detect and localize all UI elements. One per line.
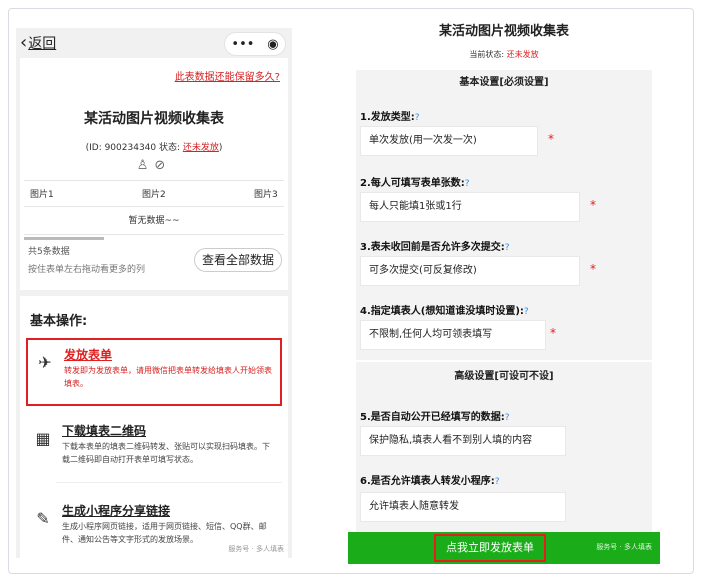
data-table[interactable]: 图片1 图片2 图片3 暂无数据~~: [24, 180, 284, 240]
section-title: 高级设置[可设可不设]: [454, 371, 554, 382]
chevron-left-icon: ‹: [20, 32, 28, 53]
basic-ops-heading: 基本操作:: [30, 314, 88, 329]
option-title: 发放表单: [64, 348, 113, 362]
question-text: 5.是否自动公开已经填写的数据:: [360, 412, 505, 423]
help-icon[interactable]: ?: [505, 413, 510, 423]
required-mark: *: [550, 326, 556, 340]
column-header: 图片2: [142, 190, 166, 200]
question-text: 1.发放类型:: [360, 112, 415, 123]
question-label: 1.发放类型:?: [360, 108, 420, 123]
help-icon[interactable]: ?: [505, 243, 510, 253]
horizontal-scrollbar[interactable]: [24, 237, 104, 240]
back-label: 返回: [28, 36, 57, 52]
drag-hint: 按住表单左右拖动看更多的列: [28, 265, 146, 275]
question-text: 6.是否允许填表人转发小程序:: [360, 476, 495, 487]
settings-title: 某活动图片视频收集表: [438, 24, 569, 39]
qrcode-icon: ▦: [35, 429, 51, 448]
distribute-form-option[interactable]: ✈ 发放表单 转发即为发放表单，请用微信把表单转发给填表人开始领表填表。: [26, 338, 282, 406]
divider: [56, 482, 282, 483]
form-id-status: (ID: 900234340 状态: 还未发放): [20, 140, 288, 153]
question-label: 4.指定填表人(想知道谁没填时设置):?: [360, 302, 529, 317]
required-mark: *: [548, 132, 554, 146]
data-retention-link[interactable]: 此表数据还能保留多久?: [175, 68, 280, 83]
form-summary-card: 此表数据还能保留多久? 某活动图片视频收集表 (ID: 900234340 状态…: [20, 58, 288, 290]
status-value: 还未发放: [506, 50, 539, 59]
option-title: 下载填表二维码: [62, 424, 147, 438]
link-icon: ✎: [36, 509, 50, 528]
record-count: 共5条数据: [28, 247, 70, 257]
back-button[interactable]: ‹返回: [20, 32, 56, 53]
question-label: 5.是否自动公开已经填写的数据:?: [360, 408, 510, 423]
option-desc: 生成小程序网页链接，适用于网页链接、短信、QQ群、邮件、通知公告等文字形式的发放…: [62, 522, 267, 544]
more-icon[interactable]: •••: [231, 37, 254, 52]
option-desc: 下载本表单的填表二维码转发、张贴可以实现扫码填表。下载二维码即自动打开表单可填写…: [62, 442, 270, 464]
help-icon[interactable]: ?: [495, 477, 500, 487]
assigned-filler-select[interactable]: 不限制,任何人均可领表填写: [360, 320, 546, 350]
mini-program-capsule: ••• ◉: [224, 32, 286, 56]
left-phone: ‹返回 ••• ◉ 此表数据还能保留多久? 某活动图片视频收集表 (ID: 90…: [16, 28, 292, 558]
entries-per-person-select[interactable]: 每人只能填1张或1行: [360, 192, 580, 222]
right-phone: 某活动图片视频收集表 当前状态: 还未发放 基本设置[必须设置] 1.发放类型:…: [348, 12, 660, 564]
question-text: 2.每人可填写表单张数:: [360, 178, 465, 189]
empty-message: 暂无数据~~: [24, 207, 284, 235]
column-header: 图片3: [254, 190, 278, 200]
hide-icon[interactable]: ⊘: [154, 158, 171, 173]
distribute-now-button[interactable]: 点我立即发放表单: [434, 534, 546, 562]
question-label: 6.是否允许填表人转发小程序:?: [360, 472, 500, 487]
current-status: 当前状态: 还未发放: [348, 49, 660, 60]
bottom-action-bar: 点我立即发放表单 服务号 · 多人填表: [348, 532, 660, 564]
public-data-select[interactable]: 保护隐私,填表人看不到别人填的内容: [360, 426, 566, 456]
multiple-submit-select[interactable]: 可多次提交(可反复修改): [360, 256, 580, 286]
basic-operations-card: 基本操作: ✈ 发放表单 转发即为发放表单，请用微信把表单转发给填表人开始领表填…: [20, 296, 288, 558]
form-id: (ID: 900234340 状态:: [85, 143, 183, 153]
close-icon[interactable]: ◉: [267, 37, 278, 52]
status-link[interactable]: 还未发放: [183, 143, 219, 153]
question-label: 3.表未收回前是否允许多次提交:?: [360, 238, 510, 253]
watermark: 服务号 · 多人填表: [596, 543, 652, 551]
help-icon[interactable]: ?: [415, 113, 420, 123]
top-bar: ‹返回 ••• ◉: [16, 28, 292, 58]
option-desc: 转发即为发放表单，请用微信把表单转发给填表人开始领表填表。: [64, 366, 272, 388]
icon-row: ♙⊘: [20, 158, 288, 173]
paper-plane-icon: ✈: [38, 353, 52, 372]
option-title: 生成小程序分享链接: [62, 504, 171, 518]
download-qrcode-option[interactable]: ▦ 下载填表二维码 下载本表单的填表二维码转发、张贴可以实现扫码填表。下载二维码…: [26, 416, 282, 474]
required-mark: *: [590, 262, 596, 276]
question-label: 2.每人可填写表单张数:?: [360, 174, 470, 189]
watermark: 服务号 · 多人填表: [228, 545, 284, 553]
help-icon[interactable]: ?: [524, 307, 529, 317]
question-text: 4.指定填表人(想知道谁没填时设置):: [360, 306, 524, 317]
user-icon[interactable]: ♙: [137, 158, 155, 173]
section-title: 基本设置[必须设置]: [459, 77, 549, 88]
column-header: 图片1: [30, 190, 54, 200]
table-header: 图片1 图片2 图片3: [24, 181, 284, 207]
status-label: 当前状态:: [469, 50, 505, 59]
distribution-type-select[interactable]: 单次发放(用一次发一次): [360, 126, 538, 156]
allow-forward-select[interactable]: 允许填表人随意转发: [360, 492, 566, 522]
required-mark: *: [590, 198, 596, 212]
question-text: 3.表未收回前是否允许多次提交:: [360, 242, 505, 253]
basic-settings-section: 基本设置[必须设置] 1.发放类型:? 单次发放(用一次发一次) * 2.每人可…: [356, 70, 652, 360]
view-all-button[interactable]: 查看全部数据: [194, 248, 282, 272]
help-icon[interactable]: ?: [465, 179, 470, 189]
advanced-settings-section: 高级设置[可设可不设] 5.是否自动公开已经填写的数据:? 保护隐私,填表人看不…: [356, 362, 652, 532]
form-id-suffix: ): [218, 143, 223, 153]
form-title: 某活动图片视频收集表: [84, 111, 224, 127]
